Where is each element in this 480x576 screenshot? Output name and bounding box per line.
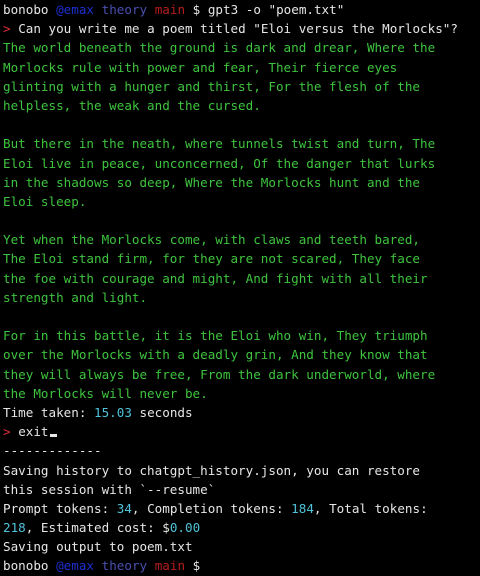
poem-line: For in this battle, it is the Eloi who w… bbox=[3, 328, 428, 344]
prompt-user: bonobo bbox=[3, 558, 49, 574]
total-tokens-label: , Total tokens: bbox=[313, 500, 428, 516]
cost-value: 0.00 bbox=[169, 520, 201, 536]
text-cursor bbox=[49, 434, 57, 438]
time-taken-value: 15.03 bbox=[94, 404, 132, 420]
poem-line: they will always be free, From the dark … bbox=[3, 366, 436, 382]
prompt-path: @emax bbox=[56, 2, 95, 17]
poem-line: helpless, the weak and the cursed. bbox=[3, 97, 261, 113]
separator: ------------- bbox=[3, 443, 102, 459]
user-question: Can you write me a poem titled "Eloi ver… bbox=[18, 21, 458, 37]
shell-prompt-line: bonobo @emax theory main $ gpt3 -o "poem… bbox=[3, 0, 478, 19]
prompt-user: bonobo bbox=[3, 2, 49, 17]
completion-tokens-value: 184 bbox=[291, 500, 314, 516]
prompt-tokens-label: Prompt tokens: bbox=[3, 500, 110, 516]
poem-line: The Eloi stand firm, for they are not sc… bbox=[3, 251, 421, 267]
prompt-git-branch: main bbox=[154, 2, 186, 17]
input-marker: > bbox=[3, 424, 11, 440]
cost-label: , Estimated cost: bbox=[25, 520, 155, 536]
history-line-1: Saving history to chatgpt_history.json, … bbox=[3, 461, 478, 480]
tokens-line: Prompt tokens: 34, Completion tokens: 18… bbox=[3, 499, 478, 518]
poem-line: the foe with courage and might, And figh… bbox=[3, 270, 428, 286]
prompt-directory: theory bbox=[101, 2, 148, 17]
prompt-symbol: $ bbox=[192, 558, 201, 574]
poem-response: The world beneath the ground is dark and… bbox=[3, 38, 478, 403]
output-text: Saving output to poem.txt bbox=[3, 539, 193, 555]
time-taken-label: Time taken: bbox=[3, 404, 87, 420]
prompt-path: @emax bbox=[56, 558, 95, 574]
poem-line: Yet when the Morlocks come, with claws a… bbox=[3, 232, 421, 248]
poem-line: over the Morlocks with a deadly grin, An… bbox=[3, 347, 428, 363]
poem-line: glinting with a hunger and thirst, For t… bbox=[3, 78, 421, 94]
poem-line: strength and light. bbox=[3, 289, 148, 305]
exit-input-line[interactable]: > exit bbox=[3, 422, 478, 441]
poem-line: Eloi sleep. bbox=[3, 193, 87, 209]
poem-line: the Morlocks will never be. bbox=[3, 385, 208, 401]
prompt-directory: theory bbox=[101, 558, 148, 574]
input-marker: > bbox=[3, 21, 11, 37]
cost-currency: $ bbox=[162, 520, 170, 536]
terminal-window[interactable]: bonobo @emax theory main $ gpt3 -o "poem… bbox=[0, 0, 480, 576]
poem-line: Eloi live in peace, unconcerned, Of the … bbox=[3, 155, 436, 171]
poem-line: The world beneath the ground is dark and… bbox=[3, 40, 436, 56]
prompt-tokens-value: 34 bbox=[116, 500, 132, 516]
history-text-1: Saving history to chatgpt_history.json, … bbox=[3, 462, 421, 478]
separator-line: ------------- bbox=[3, 441, 478, 460]
prompt-git-branch: main bbox=[154, 558, 186, 574]
history-line-2: this session with `--resume` bbox=[3, 480, 478, 499]
shell-command: gpt3 -o "poem.txt" bbox=[207, 2, 345, 17]
time-taken-unit: seconds bbox=[139, 404, 193, 420]
time-taken-line: Time taken: 15.03 seconds bbox=[3, 403, 478, 422]
prompt-symbol: $ bbox=[192, 2, 201, 17]
total-tokens-value: 218 bbox=[3, 520, 26, 536]
poem-line: Morlocks rule with power and fear, Their… bbox=[3, 59, 398, 75]
user-question-line: > Can you write me a poem titled "Eloi v… bbox=[3, 19, 478, 38]
exit-command: exit bbox=[18, 424, 49, 440]
poem-line: But there in the neath, where tunnels tw… bbox=[3, 136, 436, 152]
poem-line: in the shadows so deep, Where the Morloc… bbox=[3, 174, 421, 190]
shell-prompt-line-final[interactable]: bonobo @emax theory main $ bbox=[3, 556, 478, 575]
history-text-2: this session with `--resume` bbox=[3, 481, 216, 497]
output-line: Saving output to poem.txt bbox=[3, 537, 478, 556]
completion-tokens-label: , Completion tokens: bbox=[131, 500, 284, 516]
tokens-line-2: 218, Estimated cost: $0.00 bbox=[3, 518, 478, 537]
